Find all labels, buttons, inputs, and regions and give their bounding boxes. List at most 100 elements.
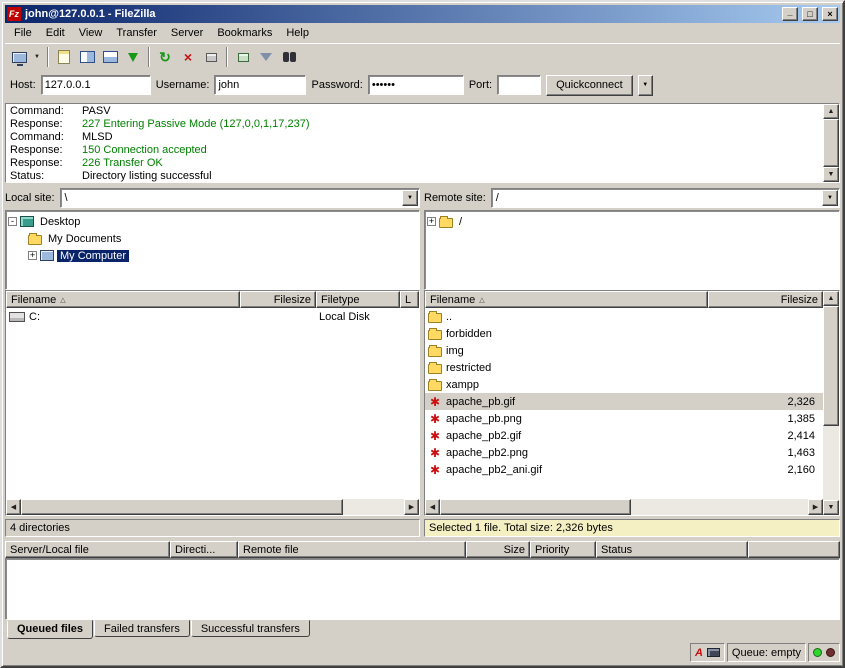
menu-transfer[interactable]: Transfer	[109, 25, 164, 41]
file-row[interactable]: restricted	[425, 359, 823, 376]
column-header-priority[interactable]: Priority	[530, 541, 596, 558]
column-header-remote-file[interactable]: Remote file	[238, 541, 466, 558]
maximize-button[interactable]: □	[802, 7, 818, 21]
file-row[interactable]: C: Local Disk	[6, 308, 419, 325]
remote-vscrollbar[interactable]: ▲ ▼	[823, 291, 839, 515]
tree-item-my-documents[interactable]: My Documents	[8, 230, 417, 247]
column-header-size[interactable]: Size	[466, 541, 530, 558]
chevron-down-icon[interactable]: ▼	[402, 190, 418, 206]
expand-icon[interactable]: +	[427, 217, 436, 226]
column-header-server-local-file[interactable]: Server/Local file	[5, 541, 170, 558]
column-header-filesize[interactable]: Filesize	[240, 291, 316, 308]
file-row[interactable]: img	[425, 342, 823, 359]
scroll-right-icon[interactable]: ▶	[808, 499, 823, 515]
menu-file[interactable]: File	[7, 25, 39, 41]
quickconnect-button[interactable]: Quickconnect	[546, 75, 633, 96]
scrollbar-thumb[interactable]	[823, 119, 839, 167]
scrollbar-thumb[interactable]	[823, 306, 839, 426]
local-site-label: Local site:	[5, 192, 55, 204]
folder-icon	[428, 381, 442, 391]
file-row[interactable]: ✱apache_pb2_ani.gif 2,160	[425, 461, 823, 478]
menu-bookmarks[interactable]: Bookmarks	[210, 25, 279, 41]
site-manager-icon[interactable]	[8, 46, 30, 68]
site-manager-dropdown[interactable]: ▼	[31, 46, 43, 68]
refresh-icon[interactable]: ↻	[154, 46, 176, 68]
file-row-selected[interactable]: ✱apache_pb.gif 2,326	[425, 393, 823, 410]
password-input[interactable]	[368, 75, 464, 95]
tree-item-desktop[interactable]: - Desktop	[8, 213, 417, 230]
scroll-left-icon[interactable]: ◀	[6, 499, 21, 515]
username-input[interactable]	[214, 75, 306, 95]
expand-icon[interactable]: +	[28, 251, 37, 260]
column-header-filesize[interactable]: Filesize	[708, 291, 823, 308]
process-queue-icon[interactable]	[122, 46, 144, 68]
file-row[interactable]: ✱apache_pb.png 1,385	[425, 410, 823, 427]
collapse-icon[interactable]: -	[8, 217, 17, 226]
toggle-queue-view-icon[interactable]	[99, 46, 121, 68]
cancel-icon[interactable]: ×	[177, 46, 199, 68]
column-header-direction[interactable]: Directi...	[170, 541, 238, 558]
menu-help[interactable]: Help	[279, 25, 316, 41]
scrollbar-thumb[interactable]	[440, 499, 631, 515]
folder-icon	[428, 347, 442, 357]
folder-icon	[439, 218, 453, 228]
log-line: Response:226 Transfer OK	[10, 157, 819, 170]
titlebar[interactable]: Fz john@127.0.0.1 - FileZilla _ □ ×	[5, 5, 840, 23]
chevron-down-icon[interactable]: ▼	[822, 190, 838, 206]
plug-green-icon	[238, 53, 249, 62]
queue-status-text: Queue: empty	[732, 647, 801, 659]
remote-status-text: Selected 1 file. Total size: 2,326 bytes	[424, 519, 840, 537]
menu-edit[interactable]: Edit	[39, 25, 72, 41]
file-row[interactable]: ✱apache_pb2.png 1,463	[425, 444, 823, 461]
log-line: Command:MLSD	[10, 131, 819, 144]
port-input[interactable]	[497, 75, 541, 95]
local-hscrollbar[interactable]: ◀ ▶	[6, 499, 419, 515]
tree-item-root[interactable]: + /	[427, 213, 837, 230]
column-header-filename[interactable]: Filename△	[6, 291, 240, 308]
remote-hscrollbar[interactable]: ◀ ▶	[425, 499, 823, 515]
scrollbar-thumb[interactable]	[21, 499, 343, 515]
tab-failed-transfers[interactable]: Failed transfers	[94, 620, 190, 637]
menu-server[interactable]: Server	[164, 25, 210, 41]
tree-item-my-computer[interactable]: + My Computer	[8, 247, 417, 264]
local-site-row: Local site: \ ▼	[5, 187, 420, 208]
scroll-up-icon[interactable]: ▲	[823, 104, 839, 119]
column-header-status[interactable]: Status	[596, 541, 748, 558]
image-file-icon: ✱	[428, 413, 442, 425]
file-row[interactable]: ✱apache_pb2.gif 2,414	[425, 427, 823, 444]
column-header-filename[interactable]: Filename△	[425, 291, 708, 308]
disconnect-icon[interactable]	[200, 46, 222, 68]
remote-site-combo[interactable]: / ▼	[491, 188, 840, 208]
toggle-message-log-icon[interactable]	[53, 46, 75, 68]
file-row[interactable]: forbidden	[425, 325, 823, 342]
scroll-down-icon[interactable]: ▼	[823, 500, 839, 515]
host-input[interactable]	[41, 75, 151, 95]
tab-queued-files[interactable]: Queued files	[7, 620, 93, 639]
scroll-down-icon[interactable]: ▼	[823, 167, 839, 182]
local-list-header: Filename△ Filesize Filetype L	[6, 291, 419, 308]
scroll-right-icon[interactable]: ▶	[404, 499, 419, 515]
transfer-type-panel[interactable]: A	[690, 643, 725, 662]
upload-activity-led	[826, 648, 835, 657]
local-pane: Local site: \ ▼ - Desktop My Documents	[5, 187, 420, 537]
file-row[interactable]: ..	[425, 308, 823, 325]
tab-successful-transfers[interactable]: Successful transfers	[191, 620, 310, 637]
folder-icon	[428, 313, 442, 323]
column-header-filetype[interactable]: Filetype	[316, 291, 400, 308]
scroll-left-icon[interactable]: ◀	[425, 499, 440, 515]
queue-body[interactable]	[5, 558, 840, 620]
scroll-up-icon[interactable]: ▲	[823, 291, 839, 306]
close-button[interactable]: ×	[822, 7, 838, 21]
split-panes-icon	[103, 51, 118, 63]
minimize-button[interactable]: _	[782, 7, 798, 21]
menu-view[interactable]: View	[72, 25, 110, 41]
find-icon[interactable]	[278, 46, 300, 68]
file-row[interactable]: xampp	[425, 376, 823, 393]
local-site-combo[interactable]: \ ▼	[60, 188, 420, 208]
column-header-lastmodified[interactable]: L	[400, 291, 419, 308]
filter-icon[interactable]	[255, 46, 277, 68]
quickconnect-dropdown[interactable]: ▼	[638, 75, 653, 96]
reconnect-icon[interactable]	[232, 46, 254, 68]
toggle-tree-view-icon[interactable]	[76, 46, 98, 68]
log-scrollbar[interactable]: ▲ ▼	[823, 104, 839, 182]
